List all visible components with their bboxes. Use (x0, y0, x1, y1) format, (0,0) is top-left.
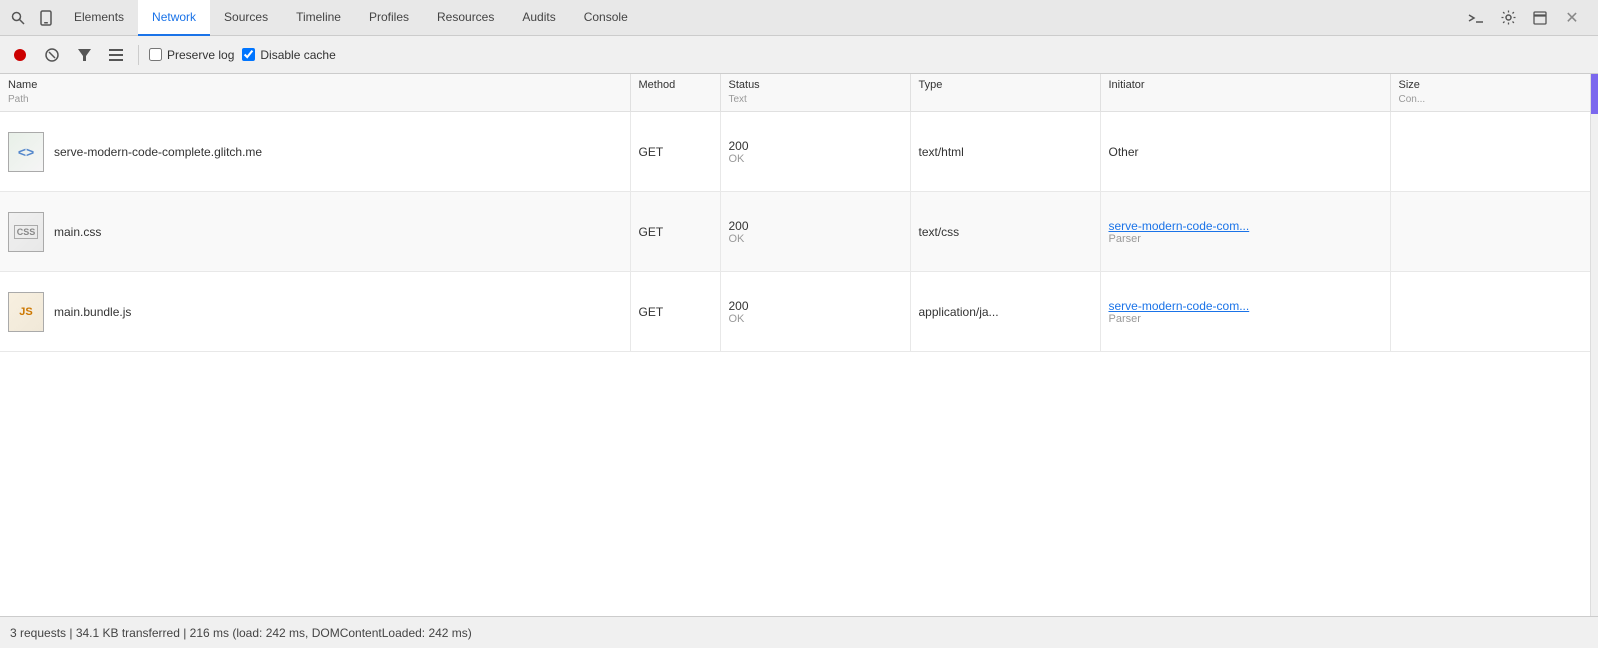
tab-network[interactable]: Network (138, 0, 210, 36)
network-table: Name Path Method Status Text Type Initia (0, 74, 1598, 352)
col-header-name[interactable]: Name Path (0, 74, 630, 112)
table-container: Name Path Method Status Text Type Initia (0, 74, 1598, 616)
top-nav: Elements Network Sources Timeline Profil… (0, 0, 1598, 36)
status-cell: 200 OK (720, 112, 910, 192)
method-cell: GET (630, 192, 720, 272)
disable-cache-checkbox[interactable] (242, 48, 255, 61)
status-cell: 200 OK (720, 272, 910, 352)
method-cell: GET (630, 112, 720, 192)
size-cell (1390, 192, 1598, 272)
tab-audits[interactable]: Audits (508, 0, 569, 36)
table-header-row: Name Path Method Status Text Type Initia (0, 74, 1598, 112)
console-prompt-icon[interactable] (1462, 4, 1490, 32)
tab-timeline[interactable]: Timeline (282, 0, 355, 36)
scroll-thumb[interactable] (1591, 74, 1598, 114)
preserve-log-checkbox[interactable] (149, 48, 162, 61)
file-name-cell[interactable]: JS main.bundle.js (0, 272, 630, 352)
col-header-size[interactable]: Size Con... (1390, 74, 1598, 112)
table-row[interactable]: CSS main.css GET 200 OK tex (0, 192, 1598, 272)
disable-cache-label[interactable]: Disable cache (242, 48, 335, 62)
filter-button[interactable] (72, 43, 96, 67)
file-icon-js: JS (8, 292, 44, 332)
file-icon-html: <> (8, 132, 44, 172)
close-icon[interactable]: ✕ (1558, 4, 1586, 32)
initiator-cell: Other (1100, 112, 1390, 192)
search-icon-btn[interactable] (4, 4, 32, 32)
type-cell: text/css (910, 192, 1100, 272)
undock-icon[interactable] (1526, 4, 1554, 32)
scrollbar[interactable] (1590, 74, 1598, 616)
file-icon-css: CSS (8, 212, 44, 252)
col-header-status[interactable]: Status Text (720, 74, 910, 112)
file-name-cell[interactable]: CSS main.css (0, 192, 630, 272)
type-cell: application/ja... (910, 272, 1100, 352)
table-row[interactable]: <> serve-modern-code-complete.glitch.me … (0, 112, 1598, 192)
col-header-initiator[interactable]: Initiator (1100, 74, 1390, 112)
preserve-log-label[interactable]: Preserve log (149, 48, 234, 62)
method-cell: GET (630, 272, 720, 352)
device-icon-btn[interactable] (32, 4, 60, 32)
list-view-button[interactable] (104, 43, 128, 67)
table-row[interactable]: JS main.bundle.js GET 200 OK (0, 272, 1598, 352)
tab-profiles[interactable]: Profiles (355, 0, 423, 36)
initiator-cell: serve-modern-code-com... Parser (1100, 192, 1390, 272)
col-header-method[interactable]: Method (630, 74, 720, 112)
size-cell (1390, 112, 1598, 192)
toolbar-divider (138, 45, 139, 65)
clear-button[interactable] (40, 43, 64, 67)
tab-console[interactable]: Console (570, 0, 642, 36)
tab-elements[interactable]: Elements (60, 0, 138, 36)
type-cell: text/html (910, 112, 1100, 192)
settings-icon[interactable] (1494, 4, 1522, 32)
size-cell (1390, 272, 1598, 352)
tab-sources[interactable]: Sources (210, 0, 282, 36)
file-name-cell[interactable]: <> serve-modern-code-complete.glitch.me (0, 112, 630, 192)
initiator-cell: serve-modern-code-com... Parser (1100, 272, 1390, 352)
status-bar: 3 requests | 34.1 KB transferred | 216 m… (0, 616, 1598, 648)
main-content: Name Path Method Status Text Type Initia (0, 74, 1598, 616)
col-header-type[interactable]: Type (910, 74, 1100, 112)
tab-resources[interactable]: Resources (423, 0, 508, 36)
status-cell: 200 OK (720, 192, 910, 272)
record-button[interactable] (8, 43, 32, 67)
toolbar: Preserve log Disable cache (0, 36, 1598, 74)
